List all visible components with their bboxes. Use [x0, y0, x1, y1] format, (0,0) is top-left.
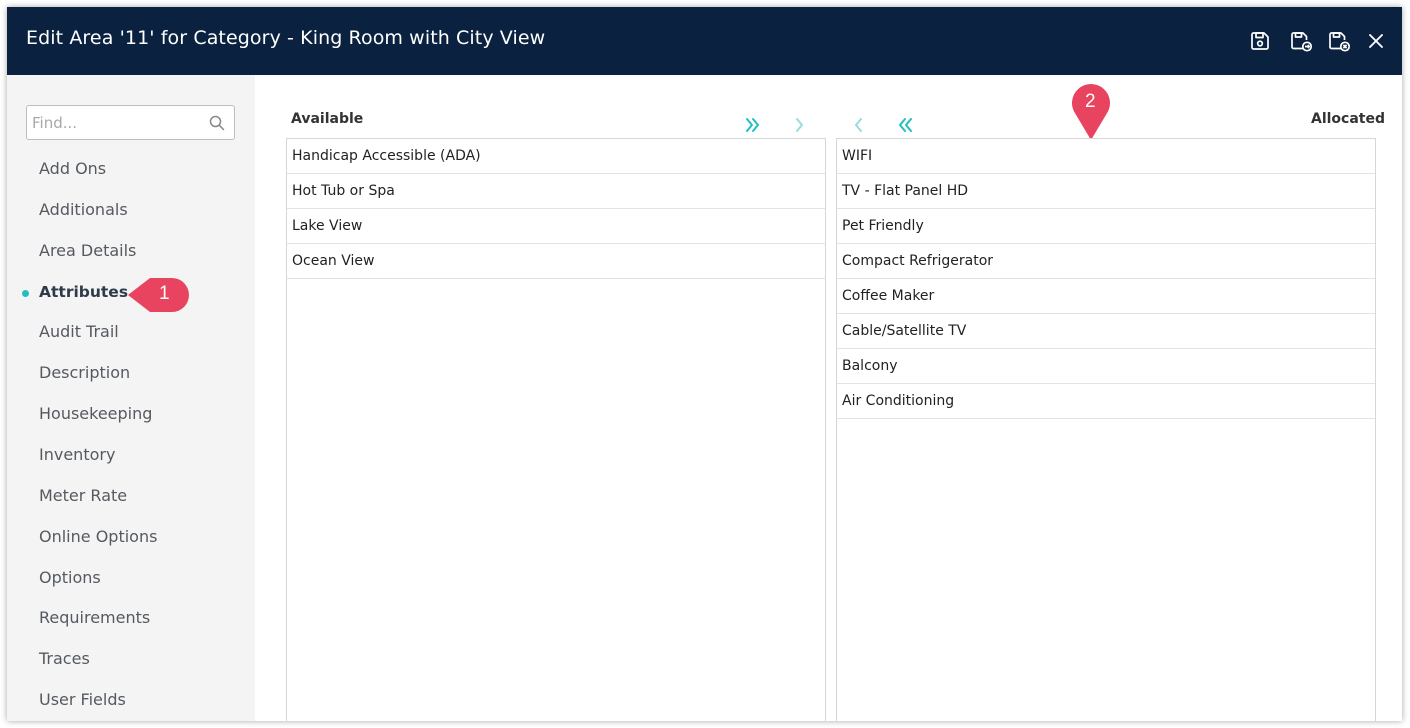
edit-area-dialog: Edit Area '11' for Category - King Room … [7, 7, 1402, 721]
sidebar-item-add-ons[interactable]: Add Ons [39, 159, 106, 183]
available-list-item[interactable]: Hot Tub or Spa [287, 174, 825, 209]
callout-marker-1: 1 [128, 275, 192, 315]
move-right-button[interactable] [789, 115, 809, 135]
sidebar-item-audit-trail[interactable]: Audit Trail [39, 322, 119, 346]
search-input[interactable] [32, 113, 202, 133]
sidebar-item-additionals[interactable]: Additionals [39, 200, 128, 224]
callout-marker-2: 2 [1069, 77, 1113, 141]
allocated-list-item[interactable]: Balcony [837, 349, 1375, 384]
allocated-list-item[interactable]: TV - Flat Panel HD [837, 174, 1375, 209]
save-icon[interactable] [1248, 29, 1272, 53]
dialog-title: Edit Area '11' for Category - King Room … [26, 27, 546, 49]
sidebar-item-options[interactable]: Options [39, 568, 101, 592]
callout-number-1: 1 [159, 283, 170, 304]
sidebar-item-inventory[interactable]: Inventory [39, 445, 115, 469]
allocated-list-item[interactable]: Compact Refrigerator [837, 244, 1375, 279]
callout-number-2: 2 [1085, 91, 1096, 112]
available-list: Handicap Accessible (ADA) Hot Tub or Spa… [286, 138, 826, 721]
save-new-icon[interactable] [1288, 29, 1314, 53]
sidebar: Add Ons Additionals Area Details Attribu… [7, 75, 255, 721]
allocated-list-item[interactable]: WIFI [837, 139, 1375, 174]
sidebar-item-housekeeping[interactable]: Housekeeping [39, 404, 152, 428]
available-list-item[interactable]: Handicap Accessible (ADA) [287, 139, 825, 174]
allocated-label: Allocated [1311, 111, 1386, 127]
sidebar-item-attributes[interactable]: Attributes [39, 283, 128, 307]
allocated-list-item[interactable]: Cable/Satellite TV [837, 314, 1375, 349]
sidebar-item-requirements[interactable]: Requirements [39, 608, 150, 632]
active-indicator-dot [22, 290, 29, 297]
sidebar-item-description[interactable]: Description [39, 363, 130, 387]
allocated-list-item[interactable]: Coffee Maker [837, 279, 1375, 314]
sidebar-item-online-options[interactable]: Online Options [39, 527, 157, 551]
allocated-list: WIFI TV - Flat Panel HD Pet Friendly Com… [836, 138, 1376, 721]
find-box [26, 105, 235, 140]
move-all-right-button[interactable] [743, 115, 763, 135]
sidebar-item-user-fields[interactable]: User Fields [39, 690, 126, 714]
close-icon[interactable] [1364, 29, 1388, 53]
title-bar: Edit Area '11' for Category - King Room … [7, 7, 1402, 75]
available-list-item[interactable]: Ocean View [287, 244, 825, 279]
available-label: Available [291, 111, 364, 127]
allocated-list-item[interactable]: Air Conditioning [837, 384, 1375, 419]
available-list-item[interactable]: Lake View [287, 209, 825, 244]
move-left-button[interactable] [849, 115, 869, 135]
search-icon[interactable] [209, 115, 225, 131]
sidebar-item-area-details[interactable]: Area Details [39, 241, 136, 265]
move-all-left-button[interactable] [895, 115, 915, 135]
sidebar-item-meter-rate[interactable]: Meter Rate [39, 486, 127, 510]
save-close-icon[interactable] [1326, 29, 1352, 53]
sidebar-item-traces[interactable]: Traces [39, 649, 90, 673]
allocated-list-item[interactable]: Pet Friendly [837, 209, 1375, 244]
